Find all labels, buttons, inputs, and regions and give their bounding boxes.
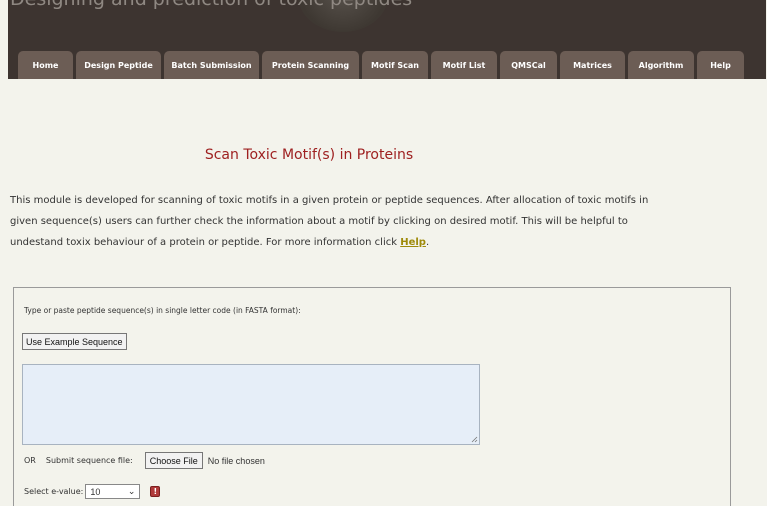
tab-help[interactable]: Help bbox=[697, 51, 744, 79]
tab-algorithm[interactable]: Algorithm bbox=[628, 51, 694, 79]
tab-protein-scanning[interactable]: Protein Scanning bbox=[262, 51, 359, 79]
tab-matrices[interactable]: Matrices bbox=[560, 51, 625, 79]
sequence-input[interactable] bbox=[22, 364, 480, 445]
info-icon[interactable]: ! bbox=[150, 486, 161, 497]
no-file-text: No file chosen bbox=[207, 455, 265, 466]
main-nav: Home Design Peptide Batch Submission Pro… bbox=[18, 51, 744, 79]
submit-file-label: Submit sequence file: bbox=[45, 456, 133, 465]
or-label: OR bbox=[24, 456, 36, 465]
tab-qmscal[interactable]: QMSCal bbox=[500, 51, 557, 79]
scan-form: Type or paste peptide sequence(s) in sin… bbox=[13, 287, 731, 506]
site-title: Designing and prediction of toxic peptid… bbox=[10, 0, 412, 10]
evalue-label: Select e-value: bbox=[24, 487, 84, 496]
use-example-sequence-button[interactable]: Use Example Sequence bbox=[22, 333, 127, 350]
sequence-label: Type or paste peptide sequence(s) in sin… bbox=[24, 306, 301, 315]
tab-motif-scan[interactable]: Motif Scan bbox=[362, 51, 428, 79]
evalue-select[interactable]: 10 ⌄ bbox=[85, 484, 141, 499]
tab-design-peptide[interactable]: Design Peptide bbox=[76, 51, 161, 79]
file-submit-row: OR Submit sequence file: Choose File No … bbox=[24, 452, 265, 469]
description-end: . bbox=[425, 237, 430, 248]
textarea-resize-icon[interactable] bbox=[471, 436, 478, 443]
site-header: Designing and prediction of toxic peptid… bbox=[8, 0, 766, 79]
page: Designing and prediction of toxic peptid… bbox=[0, 0, 767, 506]
evalue-selected: 10 bbox=[90, 486, 101, 497]
help-link[interactable]: Help bbox=[400, 237, 426, 248]
chevron-down-icon: ⌄ bbox=[127, 486, 136, 496]
evalue-row: Select e-value: 10 ⌄ ! bbox=[24, 484, 161, 499]
tab-batch-submission[interactable]: Batch Submission bbox=[164, 51, 259, 79]
description-text: This module is developed for scanning of… bbox=[10, 195, 649, 248]
module-description: This module is developed for scanning of… bbox=[10, 190, 650, 253]
page-title: Scan Toxic Motif(s) in Proteins bbox=[204, 147, 414, 163]
choose-file-button[interactable]: Choose File bbox=[144, 452, 203, 469]
tab-home[interactable]: Home bbox=[18, 51, 73, 79]
tab-motif-list[interactable]: Motif List bbox=[431, 51, 497, 79]
